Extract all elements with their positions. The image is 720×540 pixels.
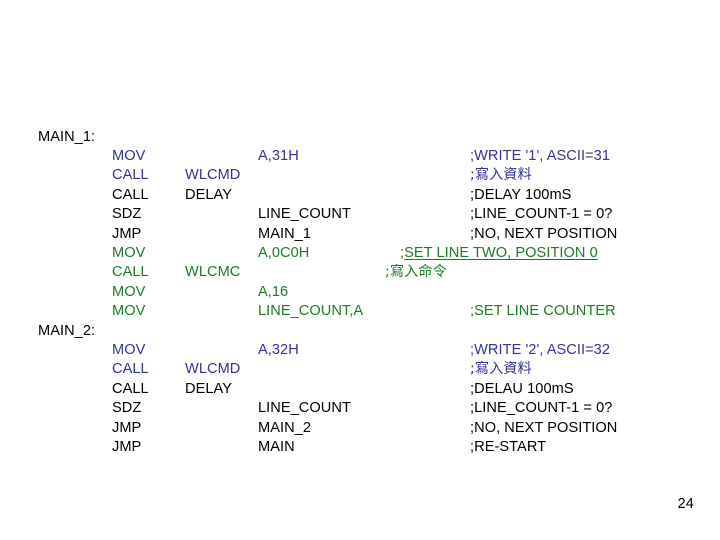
code-mnemonic: MOV: [112, 147, 146, 164]
code-operand-near: WLCMC: [185, 264, 241, 281]
code-comment: ;寫入資料: [470, 361, 532, 378]
code-line: MOV A,31H ;WRITE '1', ASCII=31: [0, 147, 720, 166]
code-line: MOV A,32H ;WRITE '2', ASCII=32: [0, 341, 720, 360]
code-mnemonic: MOV: [112, 283, 146, 300]
code-comment: ;寫入資料: [470, 167, 532, 184]
code-line: CALL WLCMD ;寫入資料: [0, 166, 720, 185]
code-line: SDZ LINE_COUNT ;LINE_COUNT-1 = 0?: [0, 399, 720, 418]
code-operand-far: LINE_COUNT: [258, 400, 351, 417]
code-mnemonic: JMP: [112, 225, 142, 242]
code-operand-far: MAIN_2: [258, 419, 312, 436]
code-line: MOV LINE_COUNT,A ;SET LINE COUNTER: [0, 302, 720, 321]
code-label: MAIN_2:: [38, 322, 96, 339]
code-label: MAIN_1:: [38, 128, 96, 145]
code-mnemonic: CALL: [112, 264, 149, 281]
code-line: MAIN_2:: [0, 322, 720, 341]
code-comment: ;WRITE '2', ASCII=32: [470, 341, 610, 358]
code-operand-far: LINE_COUNT: [258, 206, 351, 223]
code-operand-near: WLCMD: [185, 167, 241, 184]
code-line: CALL DELAY ;DELAY 100mS: [0, 186, 720, 205]
page-number: 24: [677, 496, 694, 512]
code-mnemonic: JMP: [112, 438, 142, 455]
code-operand-near: DELAY: [185, 380, 233, 397]
code-mnemonic: CALL: [112, 361, 149, 378]
code-line: JMP MAIN_1 ;NO, NEXT POSITION: [0, 225, 720, 244]
code-mnemonic: JMP: [112, 419, 142, 436]
code-mnemonic: CALL: [112, 186, 149, 203]
code-operand-near: DELAY: [185, 186, 233, 203]
slide-canvas: MAIN_1: MOV A,31H ;WRITE '1', ASCII=31 CALL W…: [0, 0, 720, 540]
code-line: CALL WLCMD ;寫入資料: [0, 360, 720, 379]
code-line: CALL DELAY ;DELAU 100mS: [0, 380, 720, 399]
code-line: CALL WLCMC ;寫入命令: [0, 263, 720, 282]
code-comment: ;SET LINE COUNTER: [470, 303, 616, 320]
code-mnemonic: MOV: [112, 341, 146, 358]
code-operand-near: WLCMD: [185, 361, 241, 378]
code-operand-far: LINE_COUNT,A: [258, 303, 364, 320]
code-mnemonic: SDZ: [112, 206, 142, 223]
code-line: SDZ LINE_COUNT ;LINE_COUNT-1 = 0?: [0, 205, 720, 224]
code-comment: ;LINE_COUNT-1 = 0?: [470, 400, 613, 417]
code-comment: ;DELAU 100mS: [470, 380, 574, 397]
code-operand-far: A,16: [258, 283, 289, 300]
code-line: JMP MAIN ;RE-START: [0, 438, 720, 457]
code-mnemonic: CALL: [112, 380, 149, 397]
code-comment: ;DELAY 100mS: [470, 186, 572, 203]
code-operand-far: A,32H: [258, 341, 299, 358]
code-line: MOV A,16: [0, 283, 720, 302]
code-mnemonic: CALL: [112, 167, 149, 184]
code-comment: ;LINE_COUNT-1 = 0?: [470, 206, 613, 223]
code-mnemonic: SDZ: [112, 400, 142, 417]
code-comment: ;NO, NEXT POSITION: [470, 225, 618, 242]
comment-underlined-text: SET LINE TWO, POSITION 0: [404, 244, 598, 261]
code-operand-far: A,0C0H: [258, 244, 310, 261]
code-comment: ;WRITE '1', ASCII=31: [470, 147, 610, 164]
assembly-code-listing: MAIN_1: MOV A,31H ;WRITE '1', ASCII=31 CALL W…: [0, 0, 720, 540]
code-line: MOV A,0C0H ;SET LINE TWO, POSITION 0: [0, 244, 720, 263]
code-operand-far: A,31H: [258, 147, 299, 164]
code-comment: ;SET LINE TWO, POSITION 0: [400, 244, 598, 263]
code-mnemonic: MOV: [112, 244, 146, 261]
code-comment: ;寫入命令: [385, 264, 447, 281]
code-line: MAIN_1:: [0, 128, 720, 147]
code-mnemonic: MOV: [112, 303, 146, 320]
code-operand-far: MAIN_1: [258, 225, 312, 242]
code-comment: ;NO, NEXT POSITION: [470, 419, 618, 436]
code-operand-far: MAIN: [258, 438, 295, 455]
code-comment: ;RE-START: [470, 438, 547, 455]
code-line: JMP MAIN_2 ;NO, NEXT POSITION: [0, 419, 720, 438]
